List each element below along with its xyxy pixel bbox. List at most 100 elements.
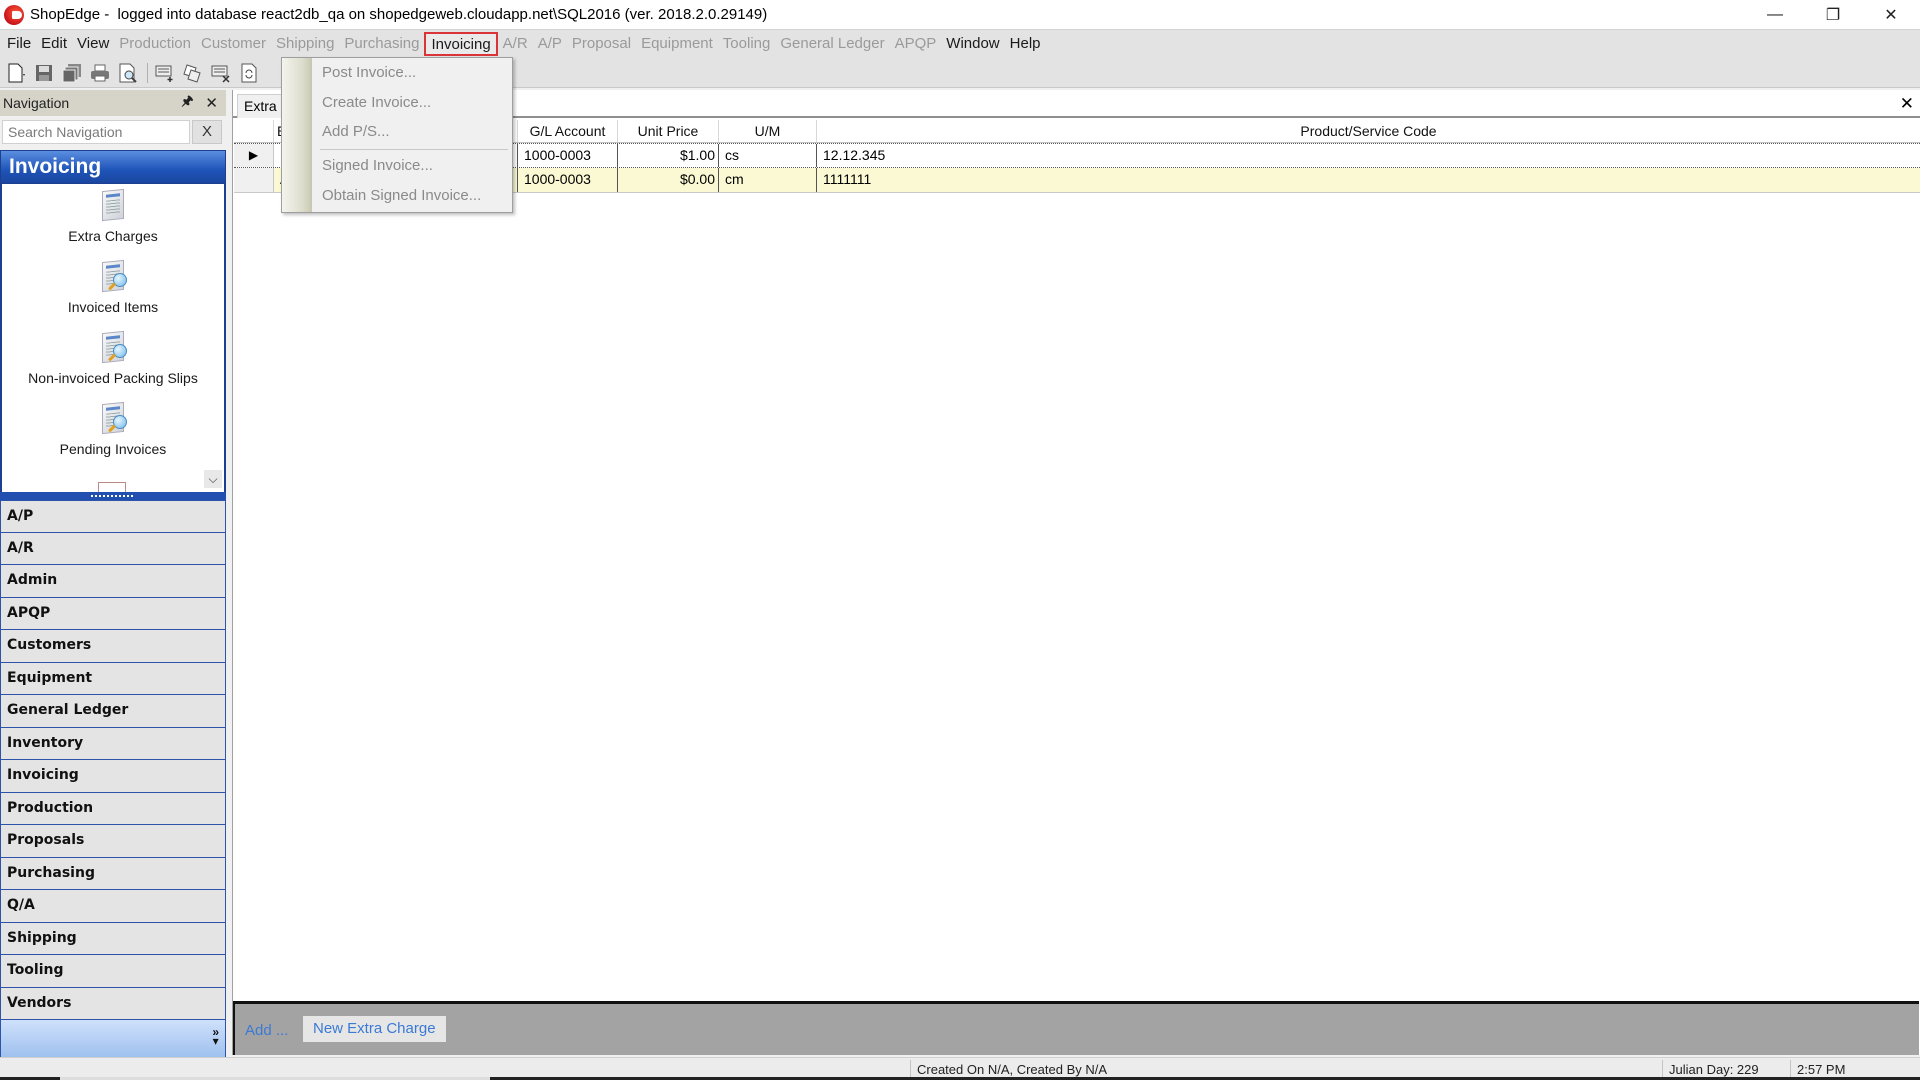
menu-bar: File Edit View Production Customer Shipp… [0, 29, 1920, 58]
delete-record-icon[interactable] [210, 62, 232, 84]
refresh-icon[interactable] [238, 62, 260, 84]
cell-gl-account[interactable]: 1000-0003 [518, 144, 618, 167]
nav-module-invoicing[interactable]: Invoicing [0, 760, 226, 793]
menu-general-ledger[interactable]: General Ledger [775, 32, 889, 56]
menu-edit[interactable]: Edit [36, 32, 72, 56]
menu-item-create-invoice[interactable]: Create Invoice... [322, 94, 431, 111]
menu-customer[interactable]: Customer [196, 32, 271, 56]
nav-item-label: Extra Charges [68, 228, 158, 244]
cell-um[interactable]: cm [719, 168, 817, 192]
nav-item-extra-charges[interactable]: Extra Charges [2, 184, 224, 255]
add-label: Add ... [245, 1022, 289, 1039]
row-indicator-icon[interactable]: ▶ [234, 144, 274, 167]
tab-extra-charges[interactable]: Extra [237, 94, 284, 118]
close-document-icon[interactable]: ✕ [1900, 94, 1914, 114]
cell-product-service-code[interactable]: 12.12.345 [817, 144, 1920, 167]
nav-item-pending-invoices[interactable]: Pending Invoices [2, 397, 224, 468]
nav-module-tooling[interactable]: Tooling [0, 955, 226, 988]
nav-module-proposals[interactable]: Proposals [0, 825, 226, 858]
save-all-icon[interactable] [61, 62, 83, 84]
add-record-icon[interactable] [154, 62, 176, 84]
nav-item-label: Pending Invoices [59, 441, 167, 457]
navigation-modules: A/P A/R Admin APQP Customers Equipment G… [0, 500, 226, 1020]
cell-product-service-code[interactable]: 1111111 [817, 168, 1920, 192]
menu-production[interactable]: Production [114, 32, 196, 56]
nav-module-ap[interactable]: A/P [0, 500, 226, 533]
new-extra-charge-button[interactable]: New Extra Charge [303, 1016, 446, 1042]
menu-proposal[interactable]: Proposal [567, 32, 636, 56]
cell-unit-price[interactable]: $1.00 [618, 144, 719, 167]
invoice-search-icon [96, 330, 130, 368]
menu-tooling[interactable]: Tooling [718, 32, 776, 56]
menu-help[interactable]: Help [1005, 32, 1046, 56]
navigation-search: X [0, 116, 226, 148]
navigation-footer: » ▾ [0, 1020, 226, 1058]
save-icon[interactable] [33, 62, 55, 84]
nav-module-apqp[interactable]: APQP [0, 597, 226, 630]
row-selector-header [234, 120, 274, 142]
close-window-button[interactable]: ✕ [1862, 0, 1920, 29]
nav-item-non-invoiced-packing-slips[interactable]: Non-invoiced Packing Slips [2, 326, 224, 397]
restore-button[interactable]: ❐ [1804, 0, 1862, 29]
menu-ap[interactable]: A/P [533, 32, 567, 56]
navigation-header: Navigation 🖈 ✕ [0, 90, 226, 116]
toolbar-separator [147, 62, 148, 83]
cell-um[interactable]: cs [719, 144, 817, 167]
pin-icon[interactable]: 🖈 [181, 92, 193, 114]
menu-equipment[interactable]: Equipment [636, 32, 718, 56]
title-bar: ShopEdge - logged into database react2db… [0, 0, 1920, 29]
scroll-down-chevron-icon[interactable]: ⌵ [204, 470, 222, 488]
menu-item-obtain-signed-invoice[interactable]: Obtain Signed Invoice... [322, 187, 481, 204]
column-header-um[interactable]: U/M [719, 120, 817, 142]
nav-module-purchasing[interactable]: Purchasing [0, 857, 226, 890]
close-navigation-icon[interactable]: ✕ [205, 94, 218, 112]
active-group-title: Invoicing [0, 150, 226, 184]
menu-item-post-invoice[interactable]: Post Invoice... [322, 64, 416, 81]
column-header-product-service-code[interactable]: Product/Service Code [817, 120, 1920, 142]
column-header-gl-account[interactable]: G/L Account [518, 120, 618, 142]
menu-apqp[interactable]: APQP [890, 32, 942, 56]
menu-shipping[interactable]: Shipping [271, 32, 339, 56]
nav-module-ar[interactable]: A/R [0, 532, 226, 565]
copy-record-icon[interactable] [182, 62, 204, 84]
print-icon[interactable] [89, 62, 111, 84]
invoice-document-icon [96, 188, 130, 226]
search-navigation-input[interactable] [2, 120, 190, 144]
nav-module-general-ledger[interactable]: General Ledger [0, 695, 226, 728]
nav-module-customers[interactable]: Customers [0, 630, 226, 663]
clear-search-button[interactable]: X [192, 120, 222, 144]
nav-module-admin[interactable]: Admin [0, 565, 226, 598]
minimize-button[interactable]: — [1746, 0, 1804, 29]
nav-module-production[interactable]: Production [0, 792, 226, 825]
navigation-splitter[interactable] [0, 492, 226, 500]
menu-ar[interactable]: A/R [498, 32, 533, 56]
new-document-icon[interactable] [5, 62, 27, 84]
menu-invoicing[interactable]: Invoicing [424, 32, 498, 56]
cell-gl-account[interactable]: 1000-0003 [518, 168, 618, 192]
menu-window[interactable]: Window [941, 32, 1004, 56]
menu-file[interactable]: File [2, 32, 36, 56]
document-area: Extra ✕ E G/L Account Unit Price U/M Pro… [232, 90, 1920, 1055]
nav-module-equipment[interactable]: Equipment [0, 662, 226, 695]
menu-item-add-ps[interactable]: Add P/S... [322, 123, 390, 140]
cell-unit-price[interactable]: $0.00 [618, 168, 719, 192]
invoice-search-icon [96, 259, 130, 297]
menu-purchasing[interactable]: Purchasing [339, 32, 424, 56]
print-preview-icon[interactable] [117, 62, 139, 84]
row-indicator[interactable] [234, 168, 274, 192]
nav-item-invoiced-items[interactable]: Invoiced Items [2, 255, 224, 326]
invoice-search-icon [96, 401, 130, 439]
column-header-unit-price[interactable]: Unit Price [618, 120, 719, 142]
more-modules-button[interactable]: » ▾ [212, 1026, 219, 1047]
menu-item-signed-invoice[interactable]: Signed Invoice... [322, 157, 433, 174]
menu-view[interactable]: View [72, 32, 114, 56]
nav-module-vendors[interactable]: Vendors [0, 987, 226, 1020]
nav-module-inventory[interactable]: Inventory [0, 727, 226, 760]
nav-module-shipping[interactable]: Shipping [0, 922, 226, 955]
app-logo-icon [4, 4, 24, 25]
navigation-group-items: Extra Charges Invoiced Items Non-invoice… [0, 184, 226, 492]
menu-gutter [282, 58, 312, 212]
partial-chart-icon [98, 482, 126, 492]
nav-module-qa[interactable]: Q/A [0, 890, 226, 923]
window-title: ShopEdge - logged into database react2db… [30, 6, 768, 23]
